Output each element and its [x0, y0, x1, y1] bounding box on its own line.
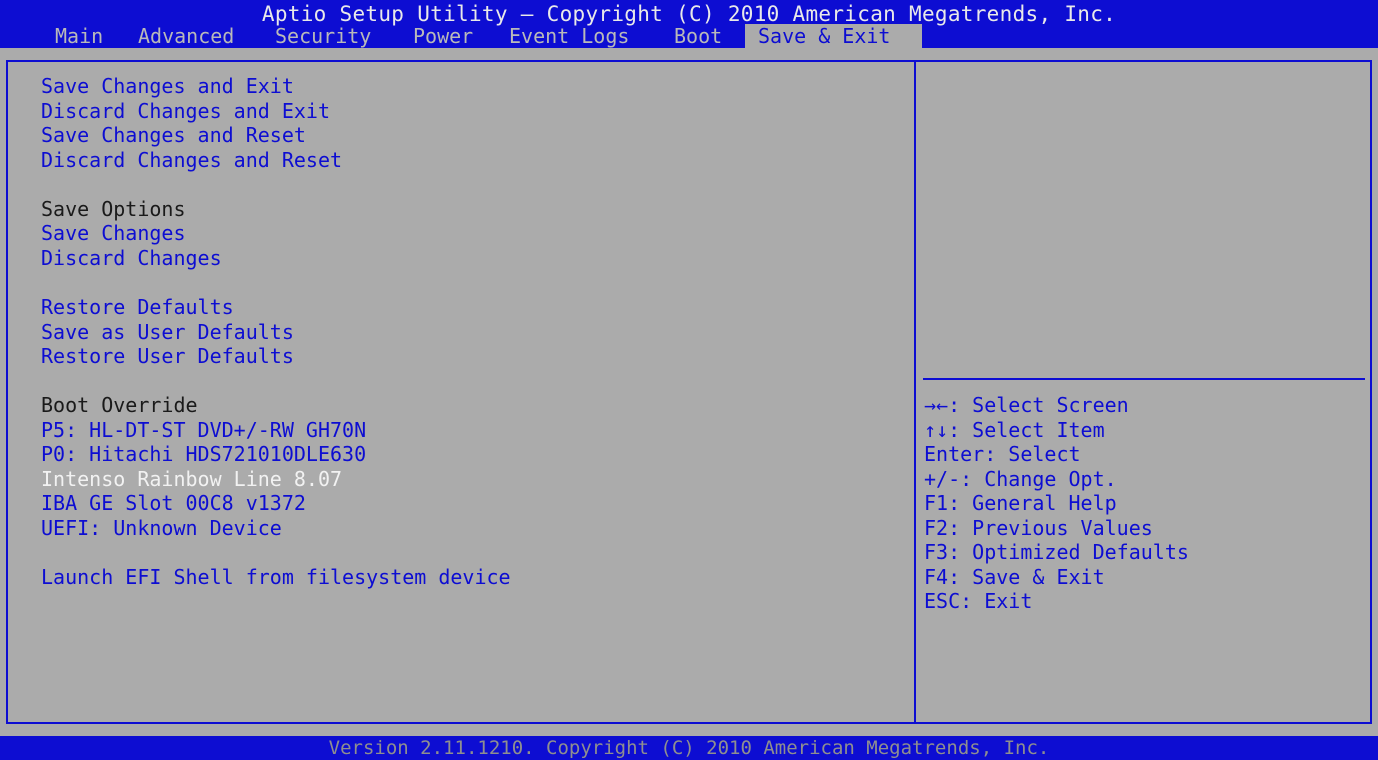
boot-device-item[interactable]: P5: HL-DT-ST DVD+/-RW GH70N: [41, 418, 366, 442]
tab-bar: Main Advanced Security Power Event Logs …: [0, 24, 1378, 48]
tab-save-and-exit[interactable]: Save & Exit: [745, 24, 922, 48]
save-changes-item[interactable]: Save Changes: [41, 221, 186, 245]
title-bar: Aptio Setup Utility – Copyright (C) 2010…: [0, 0, 1378, 48]
restore-user-defaults-item[interactable]: Restore User Defaults: [41, 344, 294, 368]
boot-override-header: Boot Override: [41, 393, 198, 417]
help-previous-values: F2: Previous Values: [924, 516, 1153, 540]
save-as-user-defaults-item[interactable]: Save as User Defaults: [41, 320, 294, 344]
help-change-opt: +/-: Change Opt.: [924, 467, 1117, 491]
help-general-help: F1: General Help: [924, 491, 1117, 515]
help-select-screen: →←: Select Screen: [924, 393, 1129, 417]
help-select-item: ↑↓: Select Item: [924, 418, 1105, 442]
discard-changes-and-reset-item[interactable]: Discard Changes and Reset: [41, 148, 342, 172]
boot-device-item[interactable]: P0: Hitachi HDS721010DLE630: [41, 442, 366, 466]
boot-device-item[interactable]: UEFI: Unknown Device: [41, 516, 282, 540]
version-text: Version 2.11.1210. Copyright (C) 2010 Am…: [328, 737, 1050, 759]
save-changes-and-reset-item[interactable]: Save Changes and Reset: [41, 123, 306, 147]
footer-bar: Version 2.11.1210. Copyright (C) 2010 Am…: [0, 736, 1378, 760]
tab-event-logs[interactable]: Event Logs: [503, 24, 635, 48]
discard-changes-item[interactable]: Discard Changes: [41, 246, 222, 270]
panel-divider: [914, 60, 916, 724]
tab-security[interactable]: Security: [269, 24, 377, 48]
help-optimized-defaults: F3: Optimized Defaults: [924, 540, 1189, 564]
bios-screen: Aptio Setup Utility – Copyright (C) 2010…: [0, 0, 1378, 760]
tab-advanced[interactable]: Advanced: [132, 24, 240, 48]
save-options-header: Save Options: [41, 197, 186, 221]
tab-main[interactable]: Main: [49, 24, 109, 48]
save-changes-and-exit-item[interactable]: Save Changes and Exit: [41, 74, 294, 98]
tab-boot[interactable]: Boot: [668, 24, 728, 48]
restore-defaults-item[interactable]: Restore Defaults: [41, 295, 234, 319]
help-enter-select: Enter: Select: [924, 442, 1081, 466]
discard-changes-and-exit-item[interactable]: Discard Changes and Exit: [41, 99, 330, 123]
help-save-exit: F4: Save & Exit: [924, 565, 1105, 589]
tab-power[interactable]: Power: [407, 24, 479, 48]
launch-efi-shell-item[interactable]: Launch EFI Shell from filesystem device: [41, 565, 511, 589]
boot-device-item[interactable]: IBA GE Slot 00C8 v1372: [41, 491, 306, 515]
app-title: Aptio Setup Utility – Copyright (C) 2010…: [261, 2, 1117, 26]
help-esc-exit: ESC: Exit: [924, 589, 1033, 613]
help-divider: [923, 378, 1365, 380]
boot-device-item-selected[interactable]: Intenso Rainbow Line 8.07: [41, 467, 342, 491]
